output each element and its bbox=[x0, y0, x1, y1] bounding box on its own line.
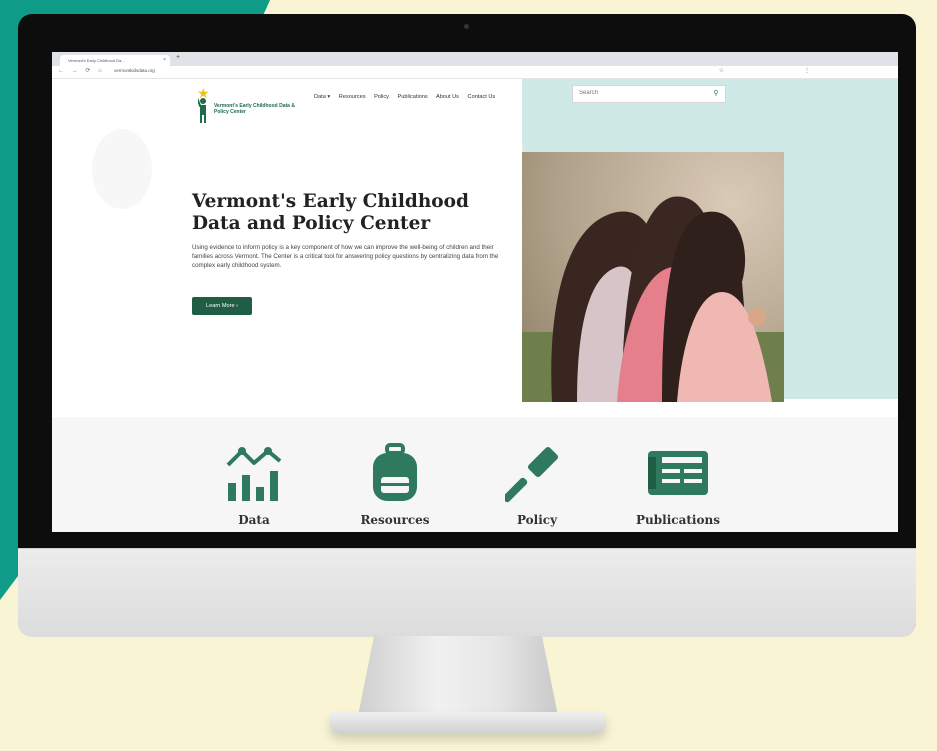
address-bar: ← → ⟳ ⌂ vermontkidsdata.org ☆⋮ bbox=[52, 66, 898, 79]
screen: Vermont's Early Childhood Da... × + ← → … bbox=[52, 52, 898, 532]
gavel-icon bbox=[505, 446, 559, 503]
child-figure-icon bbox=[198, 98, 206, 123]
hero-photo bbox=[522, 152, 784, 402]
feature-data[interactable]: Data bbox=[204, 443, 304, 532]
browser-nav-icons[interactable]: ← → ⟳ ⌂ bbox=[58, 67, 105, 74]
nav-item-contact-us[interactable]: Contact Us bbox=[468, 94, 496, 100]
url-field[interactable]: vermontkidsdata.org bbox=[114, 68, 155, 73]
feature-resources[interactable]: Resources bbox=[345, 443, 445, 532]
logo-text: Vermont's Early Childhood Data & Policy … bbox=[214, 103, 295, 115]
hero-title: Vermont's Early Childhood Data and Polic… bbox=[192, 191, 469, 234]
nav-item-policy[interactable]: Policy bbox=[374, 94, 389, 100]
monitor-chin bbox=[18, 548, 916, 637]
feature-section: Data Resources Policy Publications bbox=[52, 417, 898, 532]
faded-decoration bbox=[92, 129, 152, 209]
children-photo-illustration bbox=[522, 196, 784, 402]
browser-tab-title: Vermont's Early Childhood Da... bbox=[68, 58, 125, 63]
nav-item-publications[interactable]: Publications bbox=[398, 94, 428, 100]
search-input[interactable] bbox=[573, 86, 715, 100]
browser-action-icons[interactable]: ☆⋮ bbox=[719, 67, 890, 74]
monitor: Vermont's Early Childhood Da... × + ← → … bbox=[18, 14, 916, 637]
nav-item-data[interactable]: Data ▾ bbox=[314, 94, 330, 100]
new-tab-icon[interactable]: + bbox=[176, 54, 180, 61]
learn-more-button[interactable]: Learn More › bbox=[192, 297, 252, 315]
nav-item-about-us[interactable]: About Us bbox=[436, 94, 459, 100]
camera-dot bbox=[464, 24, 469, 29]
close-tab-icon[interactable]: × bbox=[163, 55, 166, 66]
backpack-icon bbox=[373, 443, 417, 501]
newspaper-icon bbox=[648, 451, 708, 495]
browser-tab-bar: Vermont's Early Childhood Da... × + bbox=[52, 52, 898, 66]
feature-label-resources: Resources bbox=[360, 513, 430, 527]
browser-tab[interactable]: Vermont's Early Childhood Da... × bbox=[60, 55, 170, 66]
monitor-stand-neck bbox=[358, 636, 558, 716]
feature-label-data: Data bbox=[238, 513, 270, 527]
search-box: ⚲ bbox=[572, 85, 726, 103]
main-navigation: Data ▾ Resources Policy Publications Abo… bbox=[314, 94, 502, 100]
feature-policy[interactable]: Policy bbox=[487, 443, 587, 532]
search-icon[interactable]: ⚲ bbox=[707, 86, 725, 102]
hero-description: Using evidence to inform policy is a key… bbox=[192, 244, 499, 269]
feature-label-publications: Publications bbox=[636, 513, 720, 527]
bar-chart-icon bbox=[226, 447, 282, 501]
webpage: ★ Vermont's Early Childhood Data & Polic… bbox=[52, 79, 898, 532]
nav-item-resources[interactable]: Resources bbox=[339, 94, 366, 100]
monitor-stand-base bbox=[330, 712, 606, 734]
site-logo[interactable]: ★ Vermont's Early Childhood Data & Polic… bbox=[192, 85, 302, 127]
feature-publications[interactable]: Publications bbox=[628, 443, 728, 532]
feature-label-policy: Policy bbox=[516, 513, 558, 527]
